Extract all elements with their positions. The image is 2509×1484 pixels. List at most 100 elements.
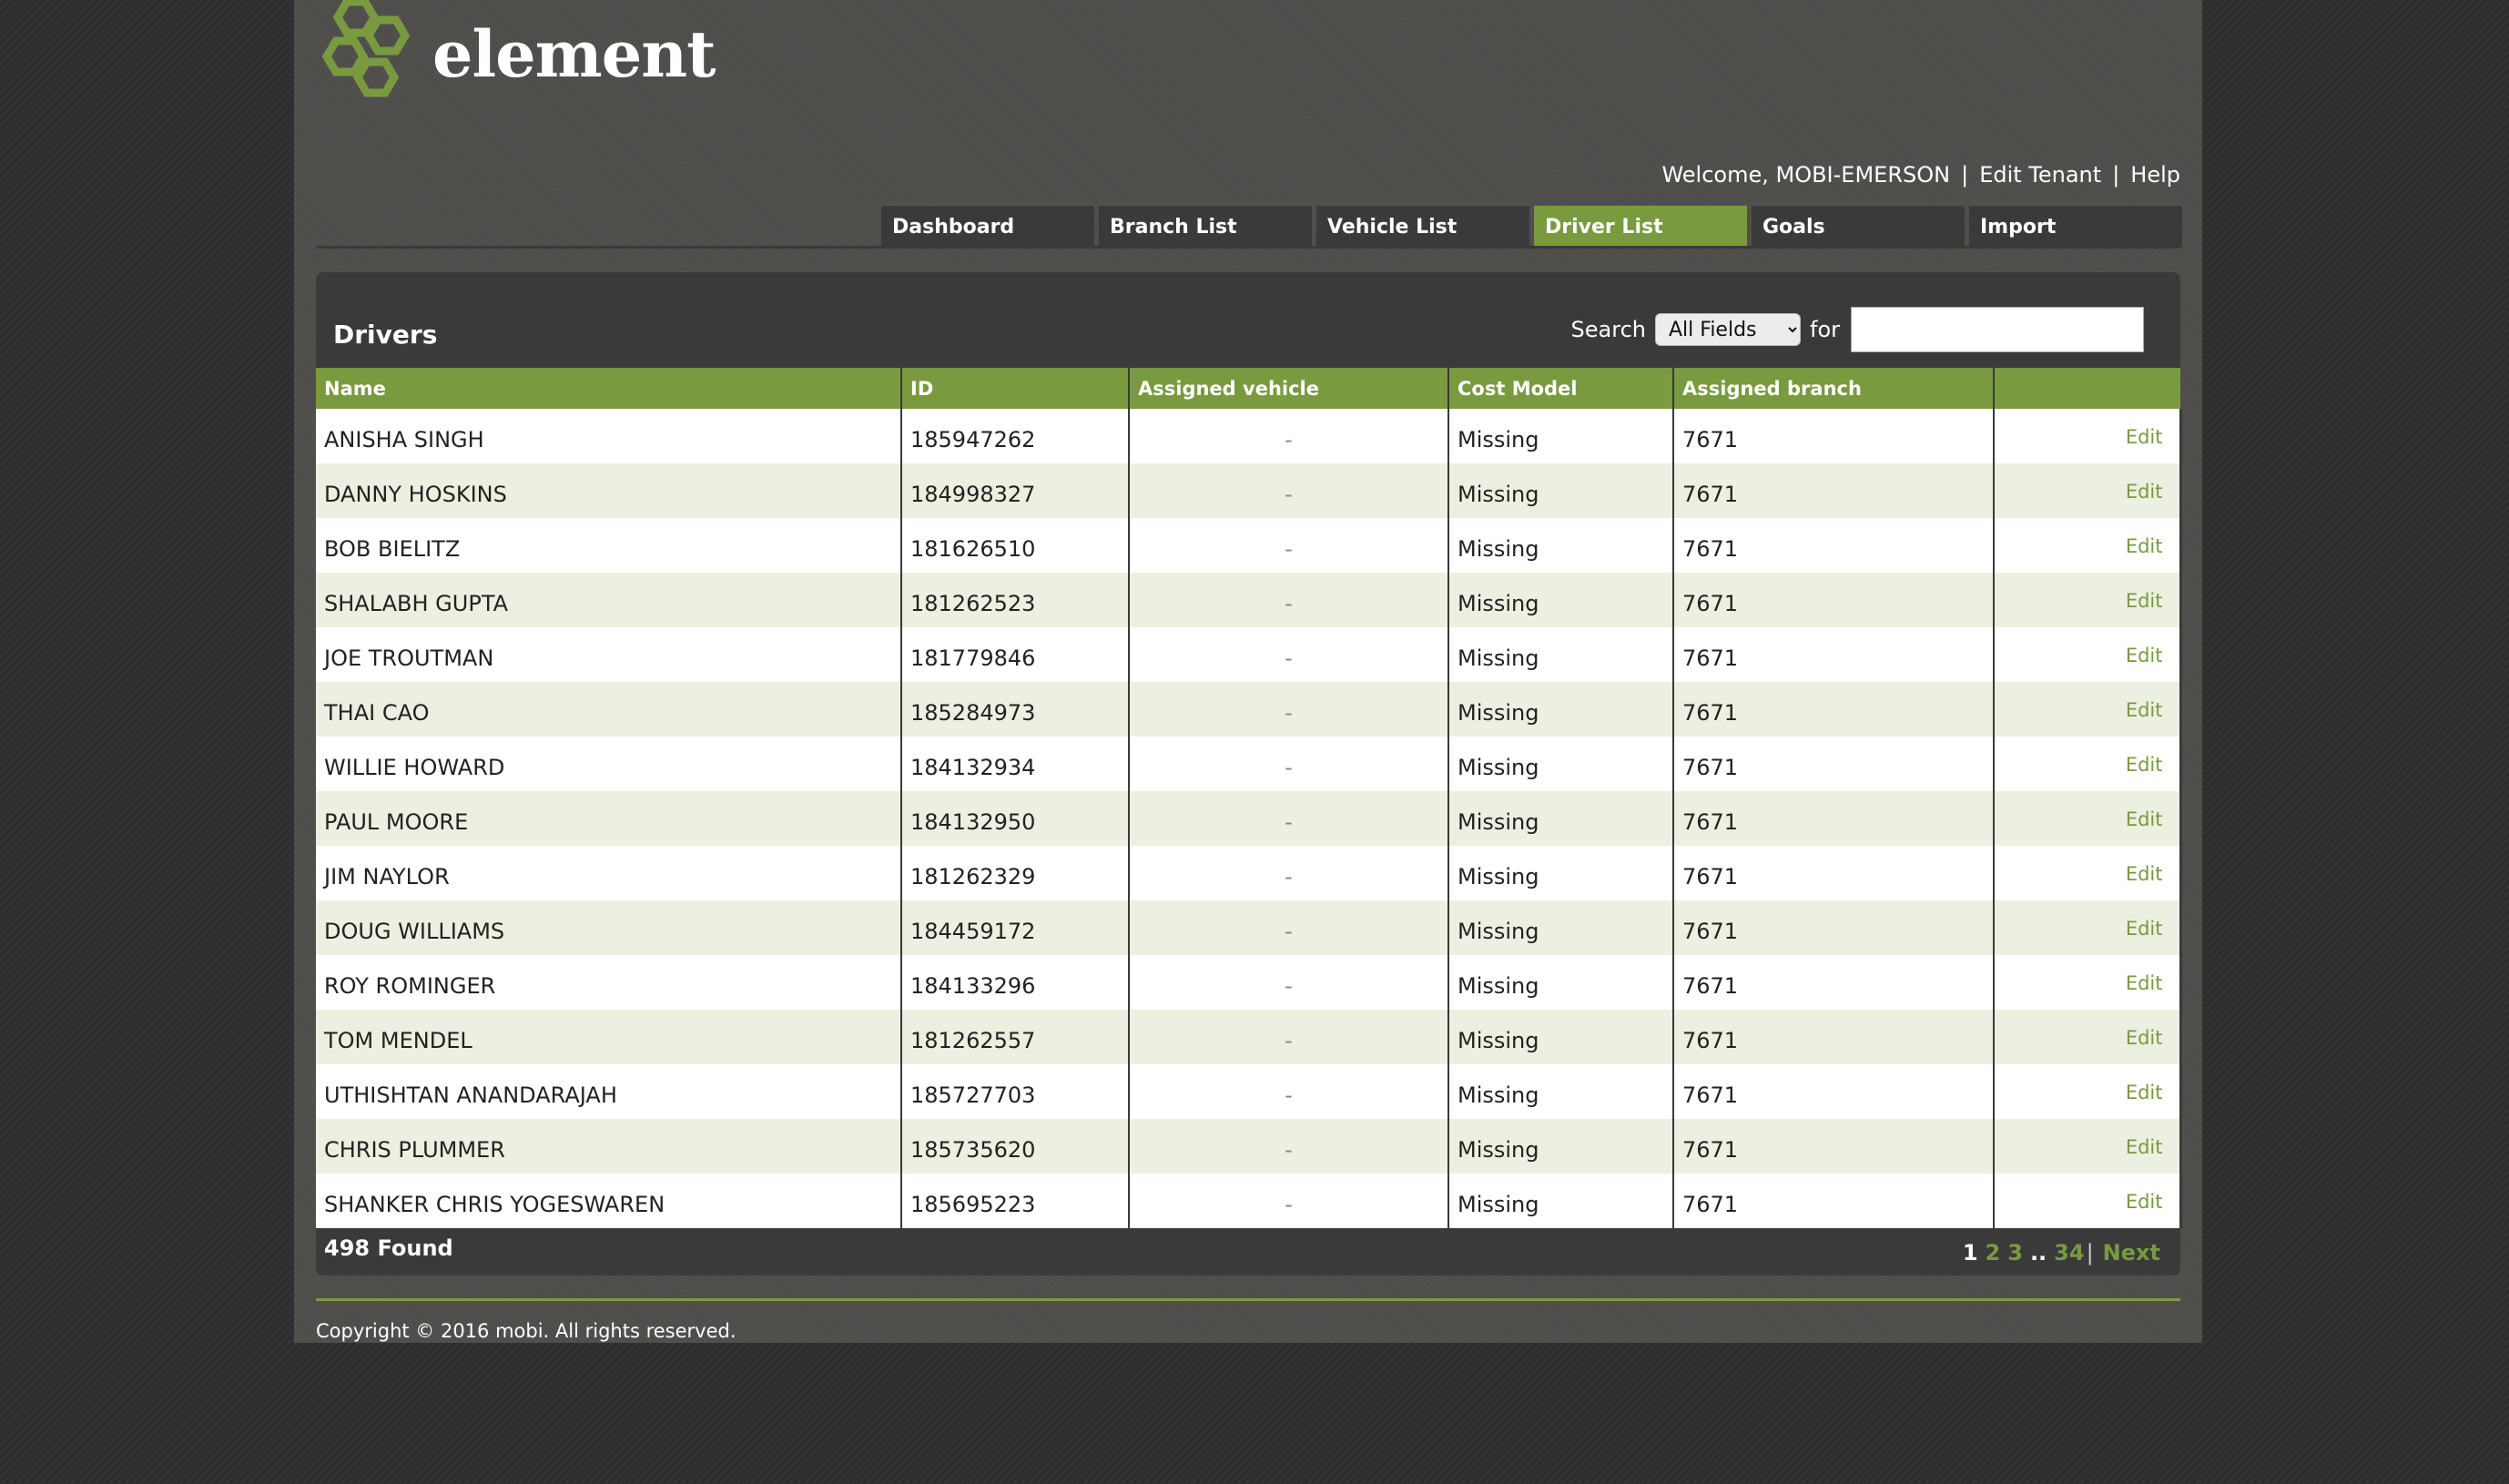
edit-tenant-link[interactable]: Edit Tenant (1979, 162, 2101, 188)
page-link-2[interactable]: 2 (1986, 1240, 2001, 1265)
tab-vehicle-list[interactable]: Vehicle List (1316, 205, 1529, 247)
column-header-id[interactable]: ID (901, 368, 1130, 409)
cell-name: ANISHA SINGH (316, 409, 902, 463)
cell-assigned-vehicle: - (1129, 573, 1449, 627)
cell-cost-model: Missing (1448, 409, 1674, 463)
cell-name: JOE TROUTMAN (316, 627, 902, 682)
table-row: CHRIS PLUMMER 185735620- Missing 7671 Edit (316, 1119, 2182, 1174)
cell-assigned-vehicle: - (1129, 409, 1449, 463)
cell-cost-model: Missing (1448, 955, 1674, 1010)
table-row: SHALABH GUPTA 181262523- Missing 7671 Edit (316, 573, 2182, 627)
cell-assigned-branch: 7671 (1673, 737, 1995, 791)
drivers-panel: Drivers Search All Fields for Name ID As… (316, 272, 2182, 1276)
cell-assigned-vehicle: - (1129, 955, 1449, 1010)
edit-link[interactable]: Edit (2126, 972, 2163, 994)
cell-assigned-branch: 7671 (1673, 409, 1995, 463)
cell-name: SHALABH GUPTA (316, 573, 902, 627)
logo[interactable]: element (316, 0, 716, 123)
cell-id: 185284973 (901, 682, 1130, 737)
table-row: PAUL MOORE 184132950- Missing 7671 Edit (316, 791, 2182, 846)
cell-assigned-vehicle: - (1129, 737, 1449, 791)
page-link-3[interactable]: 3 (2007, 1240, 2023, 1265)
table-row: BOB BIELITZ 181626510- Missing 7671 Edit (316, 518, 2182, 573)
edit-link[interactable]: Edit (2126, 426, 2163, 448)
cell-actions: Edit (1994, 682, 2182, 737)
table-header-row: Name ID Assigned vehicle Cost Model Assi… (316, 368, 2180, 409)
cell-actions: Edit (1994, 409, 2182, 463)
cell-assigned-branch: 7671 (1673, 1119, 1995, 1174)
edit-link[interactable]: Edit (2126, 590, 2163, 612)
cell-name: TOM MENDEL (316, 1010, 902, 1064)
cell-actions: Edit (1994, 955, 2182, 1010)
edit-link[interactable]: Edit (2126, 1027, 2163, 1049)
cell-name: DANNY HOSKINS (316, 463, 902, 518)
cell-name: BOB BIELITZ (316, 518, 902, 573)
separator: | (2112, 162, 2120, 188)
welcome-text: Welcome, MOBI-EMERSON (1661, 162, 1951, 188)
for-label: for (1810, 317, 1840, 342)
cell-id: 181262329 (901, 846, 1130, 900)
cell-cost-model: Missing (1448, 791, 1674, 846)
edit-link[interactable]: Edit (2126, 481, 2163, 503)
cell-cost-model: Missing (1448, 573, 1674, 627)
tab-dashboard[interactable]: Dashboard (881, 205, 1094, 247)
cell-assigned-vehicle: - (1129, 1064, 1449, 1119)
table-row: WILLIE HOWARD 184132934- Missing 7671 Edit (316, 737, 2182, 791)
cell-name: PAUL MOORE (316, 791, 902, 846)
edit-link[interactable]: Edit (2126, 699, 2163, 721)
edit-link[interactable]: Edit (2126, 808, 2163, 830)
cell-id: 181779846 (901, 627, 1130, 682)
cell-assigned-branch: 7671 (1673, 518, 1995, 573)
edit-link[interactable]: Edit (2126, 1191, 2163, 1213)
edit-link[interactable]: Edit (2126, 754, 2163, 776)
copyright-text: Copyright © 2016 mobi. All rights reserv… (316, 1320, 736, 1342)
edit-link[interactable]: Edit (2126, 1136, 2163, 1158)
column-header-assigned-vehicle[interactable]: Assigned vehicle (1129, 368, 1449, 409)
cell-actions: Edit (1994, 463, 2182, 518)
cell-cost-model: Missing (1448, 1064, 1674, 1119)
cell-id: 184132950 (901, 791, 1130, 846)
tab-driver-list[interactable]: Driver List (1534, 205, 1747, 247)
cell-id: 184132934 (901, 737, 1130, 791)
cell-actions: Edit (1994, 1064, 2182, 1119)
page-link-last[interactable]: 34 (2054, 1240, 2084, 1265)
table-row: SHANKER CHRIS YOGESWAREN 185695223- Missin… (316, 1174, 2182, 1228)
cell-id: 184133296 (901, 955, 1130, 1010)
help-link[interactable]: Help (2130, 162, 2180, 188)
cell-cost-model: Missing (1448, 1010, 1674, 1064)
column-header-cost-model[interactable]: Cost Model (1448, 368, 1674, 409)
edit-link[interactable]: Edit (2126, 535, 2163, 557)
cell-id: 181626510 (901, 518, 1130, 573)
edit-link[interactable]: Edit (2126, 1082, 2163, 1103)
edit-link[interactable]: Edit (2126, 863, 2163, 885)
cell-id: 184998327 (901, 463, 1130, 518)
table-row: JIM NAYLOR 181262329- Missing 7671 Edit (316, 846, 2182, 900)
table-row: JOE TROUTMAN 181779846- Missing 7671 Edit (316, 627, 2182, 682)
table-row: UTHISHTAN ANANDARAJAH 185727703- Missing 76… (316, 1064, 2182, 1119)
pager-separator: | (2086, 1240, 2094, 1265)
table-row: THAI CAO 185284973- Missing 7671 Edit (316, 682, 2182, 737)
search-field-select[interactable]: All Fields (1655, 313, 1801, 346)
edit-link[interactable]: Edit (2126, 918, 2163, 940)
column-header-actions (1994, 368, 2180, 409)
tab-import[interactable]: Import (1969, 205, 2182, 247)
search-input[interactable] (1851, 307, 2144, 352)
column-header-name[interactable]: Name (316, 368, 902, 409)
edit-link[interactable]: Edit (2126, 645, 2163, 666)
page-ellipsis: .. (2029, 1240, 2047, 1265)
column-header-assigned-branch[interactable]: Assigned branch (1673, 368, 1995, 409)
hexagon-cluster-logo-icon (321, 0, 411, 97)
cell-assigned-vehicle: - (1129, 518, 1449, 573)
cell-id: 185695223 (901, 1174, 1130, 1228)
cell-name: WILLIE HOWARD (316, 737, 902, 791)
cell-cost-model: Missing (1448, 900, 1674, 955)
tab-branch-list[interactable]: Branch List (1099, 205, 1312, 247)
user-bar: Welcome, MOBI-EMERSON | Edit Tenant | He… (1661, 162, 2180, 188)
search-bar: Search All Fields for (1571, 307, 2144, 352)
cell-actions: Edit (1994, 1119, 2182, 1174)
tab-goals[interactable]: Goals (1752, 205, 1965, 247)
cell-assigned-branch: 7671 (1673, 791, 1995, 846)
cell-assigned-vehicle: - (1129, 682, 1449, 737)
search-label: Search (1570, 317, 1646, 342)
next-page-link[interactable]: Next (2103, 1240, 2160, 1265)
